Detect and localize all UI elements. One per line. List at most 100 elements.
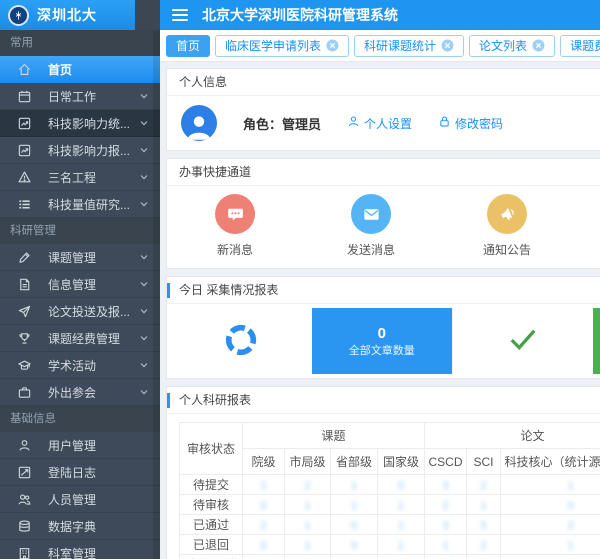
avatar[interactable]	[181, 105, 217, 141]
role-label: 角色：	[243, 117, 282, 132]
table-cell: 1	[467, 495, 501, 515]
table-row-label: 自动通过	[180, 555, 243, 559]
stat-cell-success[interactable]	[452, 308, 593, 374]
megaphone-icon	[487, 194, 527, 234]
sidebar-item[interactable]: 首页	[0, 56, 160, 83]
log-chart-icon	[16, 464, 32, 480]
change-password-link[interactable]: 修改密码	[438, 115, 503, 132]
table-row-label: 已通过	[180, 515, 243, 535]
stat-cell-loading[interactable]	[171, 308, 312, 374]
chevron-down-icon	[138, 172, 150, 182]
table-cell: 3	[285, 555, 331, 559]
hamburger-menu-icon[interactable]	[172, 9, 188, 21]
table-cell: 0	[331, 515, 378, 535]
sidebar-item[interactable]: 外出参会	[0, 379, 160, 406]
blurred-value: 1	[350, 500, 358, 512]
chart-box-icon	[16, 142, 32, 158]
stat-label: 全部文章数量	[349, 342, 415, 358]
table-cell: 2	[467, 475, 501, 495]
content-area: 个人信息 角色：管理员 个人设置 修改密码 办事快捷通道	[160, 62, 600, 559]
today-report-stats: 0 全部文章数量	[167, 304, 600, 378]
table-cell: 1	[378, 535, 425, 555]
chevron-down-icon	[138, 387, 150, 397]
table-cell: 2	[285, 475, 331, 495]
table-row: 自动通过1321243	[180, 555, 600, 559]
sidebar-item[interactable]: 课题经费管理	[0, 325, 160, 352]
tab-home[interactable]: 首页	[166, 35, 210, 57]
sidebar-item[interactable]: 科技影响力报...	[0, 137, 160, 164]
tab-bar: 首页临床医学申请列表科研课题统计论文列表课题费用报表用户列表	[160, 30, 600, 62]
table-cell: 2	[467, 535, 501, 555]
blurred-value: 1	[567, 480, 575, 492]
quick-channel-item[interactable]: 发送消息	[303, 194, 439, 258]
sidebar-item[interactable]: 三名工程	[0, 164, 160, 191]
quick-channel-item[interactable]: 通知公告	[439, 194, 575, 258]
change-password-label: 修改密码	[455, 115, 503, 132]
sidebar-item[interactable]: 日常工作	[0, 83, 160, 110]
role-value: 管理员	[282, 117, 321, 132]
stat-cell-green[interactable]	[593, 308, 600, 374]
table-column-header: SCI	[467, 449, 501, 475]
blurred-value: 0	[260, 500, 268, 512]
trophy-icon	[16, 330, 32, 346]
sidebar-item-label: 科技影响力报...	[48, 142, 138, 159]
tab-item[interactable]: 科研课题统计	[354, 35, 464, 57]
user-small-icon	[347, 115, 360, 131]
chevron-down-icon	[138, 279, 150, 289]
sidebar-item[interactable]: 数据字典	[0, 513, 160, 540]
tab-item[interactable]: 课题费用报表	[560, 35, 600, 57]
pen-icon	[16, 249, 32, 265]
tab-item[interactable]: 论文列表	[469, 35, 555, 57]
sidebar-item-label: 数据字典	[48, 518, 150, 535]
personal-settings-link[interactable]: 个人设置	[347, 115, 412, 132]
table-cell: 1	[285, 495, 331, 515]
table-cell: 3	[425, 475, 467, 495]
table-row-label: 待审核	[180, 495, 243, 515]
sidebar-item[interactable]: 科技影响力统...	[0, 110, 160, 137]
sidebar-section-label: 科研管理	[0, 218, 160, 244]
quick-channel-label: 通知公告	[483, 241, 531, 258]
blurred-value: 1	[304, 520, 312, 532]
table-cell: 1	[285, 515, 331, 535]
logo-area[interactable]: 深圳北大	[0, 0, 135, 30]
quick-channel-item[interactable]: 新消息	[167, 194, 303, 258]
table-cell: 1	[331, 475, 378, 495]
sidebar-item[interactable]: 课题管理	[0, 244, 160, 271]
sidebar-section-label: 基础信息	[0, 406, 160, 432]
blurred-value: 1	[304, 500, 312, 512]
table-cell: 1	[285, 535, 331, 555]
stat-cell-total-articles[interactable]: 0 全部文章数量	[312, 308, 453, 374]
personal-info-card: 个人信息 角色：管理员 个人设置 修改密码	[166, 68, 600, 151]
sidebar-item[interactable]: 信息管理	[0, 271, 160, 298]
blurred-value: 1	[480, 500, 488, 512]
alert-icon	[16, 169, 32, 185]
role-text: 角色：管理员	[243, 114, 321, 133]
blurred-value: 2	[442, 500, 450, 512]
tab-item[interactable]: 临床医学申请列表	[215, 35, 349, 57]
sidebar-item[interactable]: 学术活动	[0, 352, 160, 379]
chevron-down-icon	[138, 91, 150, 101]
table-cell: 2	[425, 495, 467, 515]
sidebar-item[interactable]: 登陆日志	[0, 459, 160, 486]
table-cell: 4	[467, 555, 501, 559]
quick-channel-label: 新消息	[217, 241, 253, 258]
tab-label: 论文列表	[479, 37, 527, 54]
briefcase-icon	[16, 384, 32, 400]
blurred-value: 2	[480, 480, 488, 492]
sidebar-item[interactable]: 用户管理	[0, 432, 160, 459]
logo-text: 深圳北大	[37, 5, 97, 25]
sidebar-item[interactable]: 人员管理	[0, 486, 160, 513]
blurred-value: 1	[397, 520, 405, 532]
blurred-value: 1	[260, 480, 268, 492]
table-cell: 5	[467, 515, 501, 535]
close-icon	[441, 39, 454, 52]
sidebar-item-label: 首页	[48, 61, 150, 78]
table-cell: 0	[331, 535, 378, 555]
sidebar-item[interactable]: 科室管理	[0, 540, 160, 559]
chevron-down-icon	[138, 306, 150, 316]
chevron-down-icon	[138, 118, 150, 128]
sidebar-item[interactable]: 论文投送及报...	[0, 298, 160, 325]
sidebar-item[interactable]: 科技量值研究...	[0, 191, 160, 218]
table-cell: 3	[425, 515, 467, 535]
table-status-header: 审核状态	[180, 423, 243, 475]
